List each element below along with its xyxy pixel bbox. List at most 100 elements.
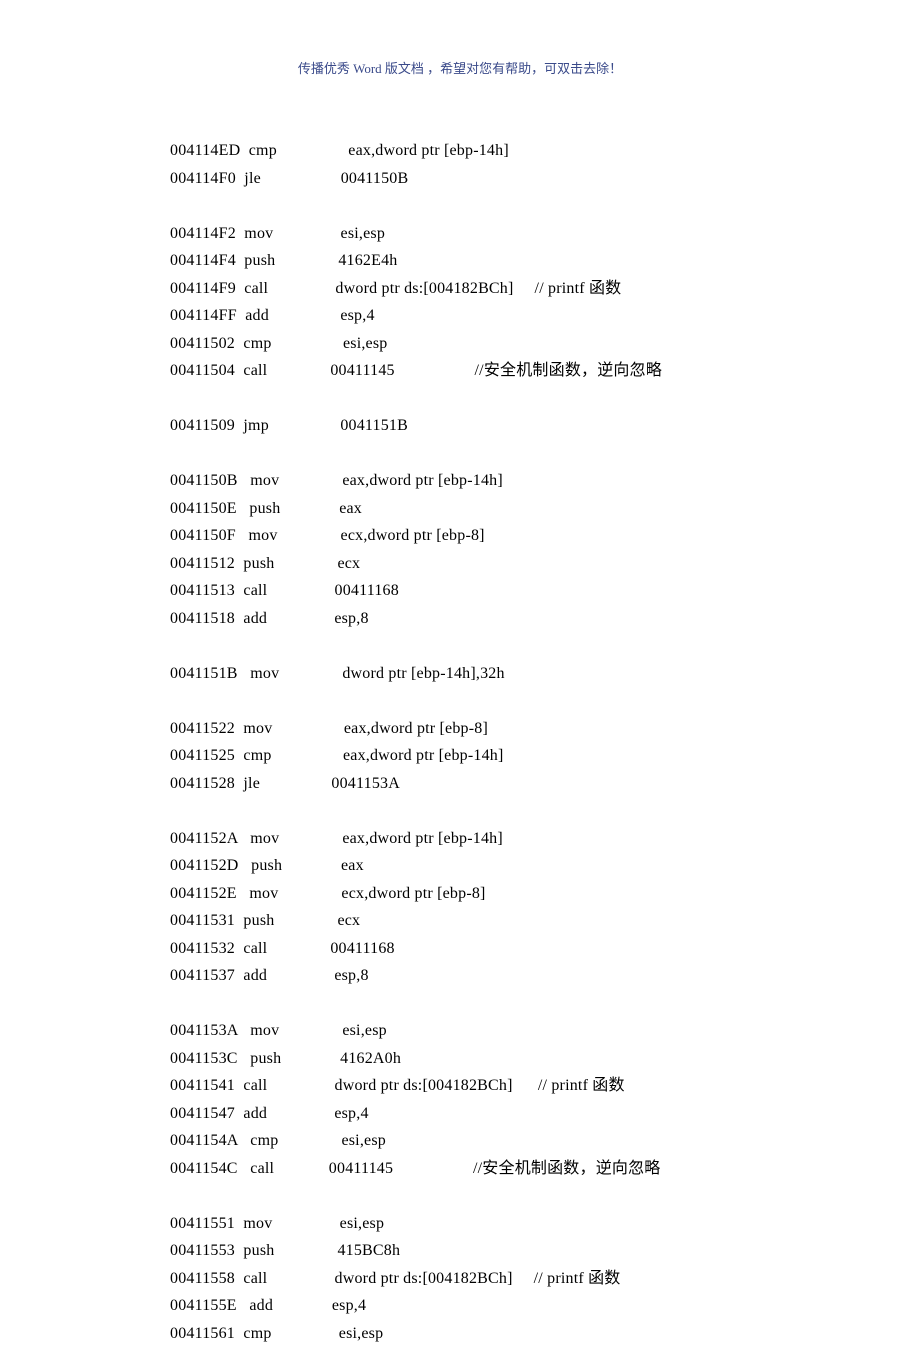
address: 00411553 bbox=[170, 1242, 235, 1259]
opcode: call bbox=[235, 1270, 297, 1287]
operands: esp,4 bbox=[302, 1297, 366, 1314]
operands: eax,dword ptr [ebp-14h] bbox=[311, 142, 509, 159]
operands: 00411168 bbox=[297, 940, 395, 957]
opcode: cmp bbox=[235, 747, 305, 764]
address: 00411532 bbox=[170, 940, 235, 957]
code-line: 00411553 push 415BC8h bbox=[170, 1237, 920, 1265]
opcode: mov bbox=[238, 472, 309, 489]
opcode: add bbox=[237, 1297, 303, 1314]
operands: esi,esp bbox=[305, 335, 387, 352]
opcode: add bbox=[235, 610, 301, 627]
comment: // printf 函数 bbox=[514, 280, 622, 297]
code-line: 0041155E add esp,4 bbox=[170, 1292, 920, 1320]
address: 0041150E bbox=[170, 500, 237, 517]
code-line: 00411547 add esp,4 bbox=[170, 1100, 920, 1128]
operands: esp,8 bbox=[301, 967, 369, 984]
address: 0041155E bbox=[170, 1297, 237, 1314]
address: 0041153A bbox=[170, 1022, 238, 1039]
blank-line bbox=[170, 797, 920, 825]
blank-line bbox=[170, 440, 920, 468]
operands: 0041151B bbox=[303, 417, 408, 434]
code-line: 004114F4 push 4162E4h bbox=[170, 247, 920, 275]
code-line: 004114F2 mov esi,esp bbox=[170, 220, 920, 248]
code-line: 0041152E mov ecx,dword ptr [ebp-8] bbox=[170, 880, 920, 908]
opcode: mov bbox=[238, 1022, 309, 1039]
operands: ecx,dword ptr [ebp-8] bbox=[307, 527, 485, 544]
operands: 4162E4h bbox=[305, 252, 398, 269]
blank-line bbox=[170, 632, 920, 660]
opcode: add bbox=[237, 307, 303, 324]
blank-line bbox=[170, 192, 920, 220]
code-line: 00411518 add esp,8 bbox=[170, 605, 920, 633]
code-line: 0041154C call 00411145 //安全机制函数，逆向忽略 bbox=[170, 1155, 920, 1183]
address: 0041150F bbox=[170, 527, 236, 544]
code-line: 0041150B mov eax,dword ptr [ebp-14h] bbox=[170, 467, 920, 495]
opcode: jle bbox=[236, 170, 295, 187]
address: 00411512 bbox=[170, 555, 235, 572]
opcode: mov bbox=[235, 720, 306, 737]
opcode: jmp bbox=[235, 417, 303, 434]
address: 00411561 bbox=[170, 1325, 235, 1342]
code-line: 0041152D push eax bbox=[170, 852, 920, 880]
operands: 00411145 bbox=[297, 362, 395, 379]
operands: 415BC8h bbox=[304, 1242, 400, 1259]
opcode: push bbox=[235, 912, 304, 929]
opcode: push bbox=[239, 857, 308, 874]
code-line: 00411558 call dword ptr ds:[004182BCh] /… bbox=[170, 1265, 920, 1293]
operands: 0041150B bbox=[295, 170, 409, 187]
blank-line bbox=[170, 990, 920, 1018]
operands: eax,dword ptr [ebp-8] bbox=[306, 720, 488, 737]
header-text: 传播优秀 Word 版文档 ，希望对您有帮助，可双击去除！ bbox=[298, 61, 622, 76]
operands: dword ptr [ebp-14h],32h bbox=[309, 665, 505, 682]
address: 00411537 bbox=[170, 967, 235, 984]
code-line: 00411531 push ecx bbox=[170, 907, 920, 935]
code-line: 00411513 call 00411168 bbox=[170, 577, 920, 605]
opcode: mov bbox=[235, 1215, 306, 1232]
operands: eax bbox=[306, 500, 362, 517]
operands: esi,esp bbox=[306, 1215, 384, 1232]
operands: 00411168 bbox=[297, 582, 399, 599]
address: 0041154A bbox=[170, 1132, 238, 1149]
opcode: cmp bbox=[240, 142, 310, 159]
code-line: 00411537 add esp,8 bbox=[170, 962, 920, 990]
code-line: 0041154A cmp esi,esp bbox=[170, 1127, 920, 1155]
code-line: 004114FF add esp,4 bbox=[170, 302, 920, 330]
opcode: cmp bbox=[235, 335, 305, 352]
address: 00411509 bbox=[170, 417, 235, 434]
comment: // printf 函数 bbox=[513, 1270, 621, 1287]
code-line: 00411541 call dword ptr ds:[004182BCh] /… bbox=[170, 1072, 920, 1100]
address: 0041153C bbox=[170, 1050, 238, 1067]
address: 0041150B bbox=[170, 472, 238, 489]
code-line: 0041150F mov ecx,dword ptr [ebp-8] bbox=[170, 522, 920, 550]
opcode: push bbox=[238, 1050, 307, 1067]
code-line: 0041152A mov eax,dword ptr [ebp-14h] bbox=[170, 825, 920, 853]
address: 0041152D bbox=[170, 857, 239, 874]
code-line: 00411561 cmp esi,esp bbox=[170, 1320, 920, 1347]
address: 004114F0 bbox=[170, 170, 236, 187]
page-header: 传播优秀 Word 版文档 ，希望对您有帮助，可双击去除！ bbox=[0, 0, 920, 77]
opcode: cmp bbox=[238, 1132, 308, 1149]
operands: 4162A0h bbox=[307, 1050, 402, 1067]
operands: eax bbox=[307, 857, 363, 874]
code-line: 004114F0 jle 0041150B bbox=[170, 165, 920, 193]
address: 00411522 bbox=[170, 720, 235, 737]
opcode: mov bbox=[238, 665, 309, 682]
comment: // printf 函数 bbox=[513, 1077, 625, 1094]
operands: esi,esp bbox=[308, 1132, 386, 1149]
operands: dword ptr ds:[004182BCh] bbox=[297, 1077, 513, 1094]
operands: esi,esp bbox=[305, 1325, 383, 1342]
opcode: mov bbox=[237, 885, 308, 902]
operands: esp,4 bbox=[303, 307, 375, 324]
address: 004114F4 bbox=[170, 252, 236, 269]
opcode: call bbox=[235, 1077, 297, 1094]
operands: 00411145 bbox=[299, 1160, 393, 1177]
address: 00411551 bbox=[170, 1215, 235, 1232]
operands: dword ptr ds:[004182BCh] bbox=[297, 1270, 513, 1287]
blank-line bbox=[170, 687, 920, 715]
code-line: 00411528 jle 0041153A bbox=[170, 770, 920, 798]
code-line: 00411525 cmp eax,dword ptr [ebp-14h] bbox=[170, 742, 920, 770]
code-content: 004114ED cmp eax,dword ptr [ebp-14h]0041… bbox=[0, 77, 920, 1347]
opcode: mov bbox=[236, 225, 307, 242]
address: 0041151B bbox=[170, 665, 238, 682]
opcode: jle bbox=[235, 775, 294, 792]
